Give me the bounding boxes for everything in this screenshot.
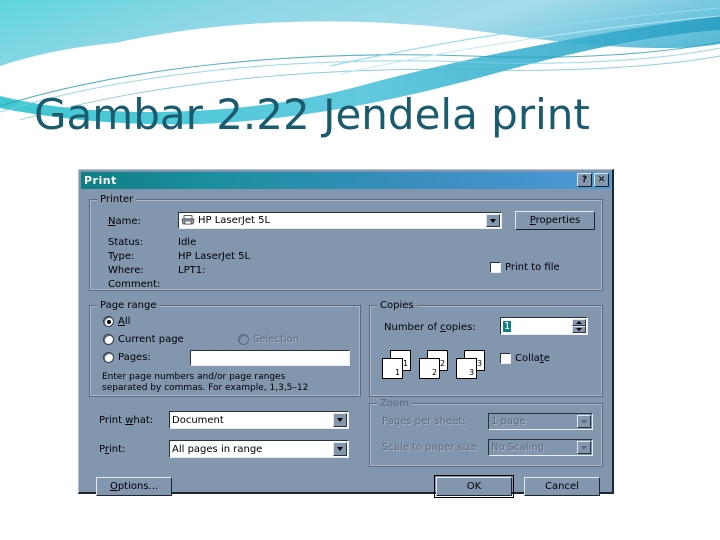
printer-where-label: Where:	[108, 265, 144, 276]
collate-page-num-front-1: 1	[395, 368, 401, 377]
radio-all-dot	[103, 316, 114, 327]
printer-name-label: Name:	[108, 216, 141, 227]
print-to-file-label: Print to file	[505, 262, 560, 273]
radio-pages[interactable]: Pages:	[103, 352, 151, 363]
collate-page-num-back-1: 1	[403, 359, 409, 368]
pages-per-sheet-value: 1 page	[491, 416, 526, 427]
number-of-copies-input[interactable]: 1	[500, 317, 588, 335]
printer-status-value: Idle	[178, 237, 197, 248]
scale-to-paper-value: No Scaling	[491, 442, 544, 453]
radio-current-page-dot	[103, 334, 114, 345]
collate-illustration: 1 1 2 2 3 3	[382, 350, 492, 388]
help-icon[interactable]: ?	[577, 173, 592, 187]
radio-pages-label: Pages:	[118, 352, 151, 363]
print-to-file-checkbox[interactable]: Print to file	[490, 262, 560, 273]
close-icon[interactable]: ✕	[594, 173, 609, 187]
radio-pages-dot	[103, 352, 114, 363]
radio-current-page-label: Current page	[118, 334, 184, 345]
printer-type-label: Type:	[108, 251, 135, 262]
radio-all[interactable]: All	[103, 316, 130, 327]
printer-status-label: Status:	[108, 237, 144, 248]
pages-per-sheet-label: Pages per sheet:	[382, 416, 466, 427]
print-what-label: Print what:	[99, 415, 154, 426]
scale-to-paper-label: Scale to paper size	[382, 442, 477, 453]
print-range-combobox[interactable]: All pages in range	[169, 440, 349, 458]
zoom-legend: Zoom	[377, 398, 412, 409]
collate-page-num-front-3: 3	[469, 368, 475, 377]
number-of-copies-value: 1	[503, 320, 512, 332]
copies-spinner-down[interactable]	[572, 326, 586, 333]
dialog-titlebar[interactable]: Print ? ✕	[81, 172, 611, 189]
page-range-hint: Enter page numbers and/or page ranges se…	[102, 372, 308, 394]
collate-label: Collate	[515, 353, 550, 364]
print-dialog: Print ? ✕ Printer Name: HP LaserJet 5L P…	[78, 169, 614, 498]
printer-name-combobox[interactable]: HP LaserJet 5L	[178, 212, 502, 229]
properties-button-label: Properties	[529, 215, 581, 226]
radio-selection-dot	[238, 334, 249, 345]
number-of-copies-label: Number of copies:	[384, 322, 476, 333]
collate-page-num-back-2: 2	[440, 359, 446, 368]
print-range-label: Print:	[99, 444, 126, 455]
options-button[interactable]: Options...	[96, 477, 172, 496]
radio-current-page[interactable]: Current page	[103, 334, 184, 345]
cancel-button[interactable]: Cancel	[524, 477, 600, 496]
print-to-file-box	[490, 262, 501, 273]
ok-button[interactable]: OK	[434, 475, 514, 498]
radio-all-label: All	[118, 316, 131, 327]
page-range-hint-line1: Enter page numbers and/or page ranges	[102, 372, 286, 382]
page-title: Gambar 2.22 Jendela print	[34, 90, 590, 139]
collate-checkbox[interactable]: Collate	[500, 353, 550, 364]
printer-where-value: LPT1:	[178, 265, 206, 276]
printer-name-dropdown-arrow[interactable]	[486, 214, 500, 227]
cancel-button-label: Cancel	[545, 481, 579, 492]
radio-selection-label: Selection	[253, 334, 300, 345]
printer-name-value: HP LaserJet 5L	[198, 215, 271, 226]
properties-button[interactable]: Properties	[515, 211, 595, 230]
collate-page-num-back-3: 3	[477, 359, 483, 368]
print-range-value: All pages in range	[172, 443, 263, 455]
titlebar-buttons: ? ✕	[577, 173, 609, 187]
copies-legend: Copies	[377, 300, 417, 311]
dialog-title: Print	[84, 174, 117, 187]
copies-spinner-up[interactable]	[572, 319, 586, 326]
page-range-group: Page range All Current page Selection Pa…	[89, 300, 361, 397]
scale-to-paper-dropdown-arrow	[577, 441, 591, 454]
print-range-dropdown-arrow[interactable]	[333, 442, 347, 456]
printer-group-legend: Printer	[97, 194, 137, 205]
print-what-dropdown-arrow[interactable]	[333, 413, 347, 427]
pages-per-sheet-combobox: 1 page	[488, 413, 593, 430]
print-what-value: Document	[172, 414, 224, 426]
collate-box	[500, 353, 511, 364]
copies-spinner[interactable]	[572, 319, 586, 333]
pages-per-sheet-dropdown-arrow	[577, 415, 591, 428]
options-button-label: Options...	[109, 481, 159, 492]
printer-type-value: HP LaserJet 5L	[178, 251, 251, 262]
printer-group: Printer Name: HP LaserJet 5L Properties …	[89, 194, 603, 291]
print-what-combobox[interactable]: Document	[169, 411, 349, 429]
ok-button-label: OK	[466, 481, 482, 492]
printer-comment-label: Comment:	[108, 279, 161, 290]
pages-input[interactable]	[190, 350, 350, 366]
page-range-hint-line2: separated by commas. For example, 1,3,5–…	[102, 383, 309, 393]
scale-to-paper-combobox: No Scaling	[488, 439, 593, 456]
page-range-legend: Page range	[97, 300, 160, 311]
collate-page-num-front-2: 2	[432, 368, 438, 377]
radio-selection: Selection	[238, 334, 299, 345]
zoom-group: Zoom Pages per sheet: 1 page Scale to pa…	[369, 398, 603, 467]
printer-icon	[181, 215, 195, 225]
copies-group: Copies Number of copies: 1 1 1 2 2 3 3 C…	[369, 300, 603, 397]
